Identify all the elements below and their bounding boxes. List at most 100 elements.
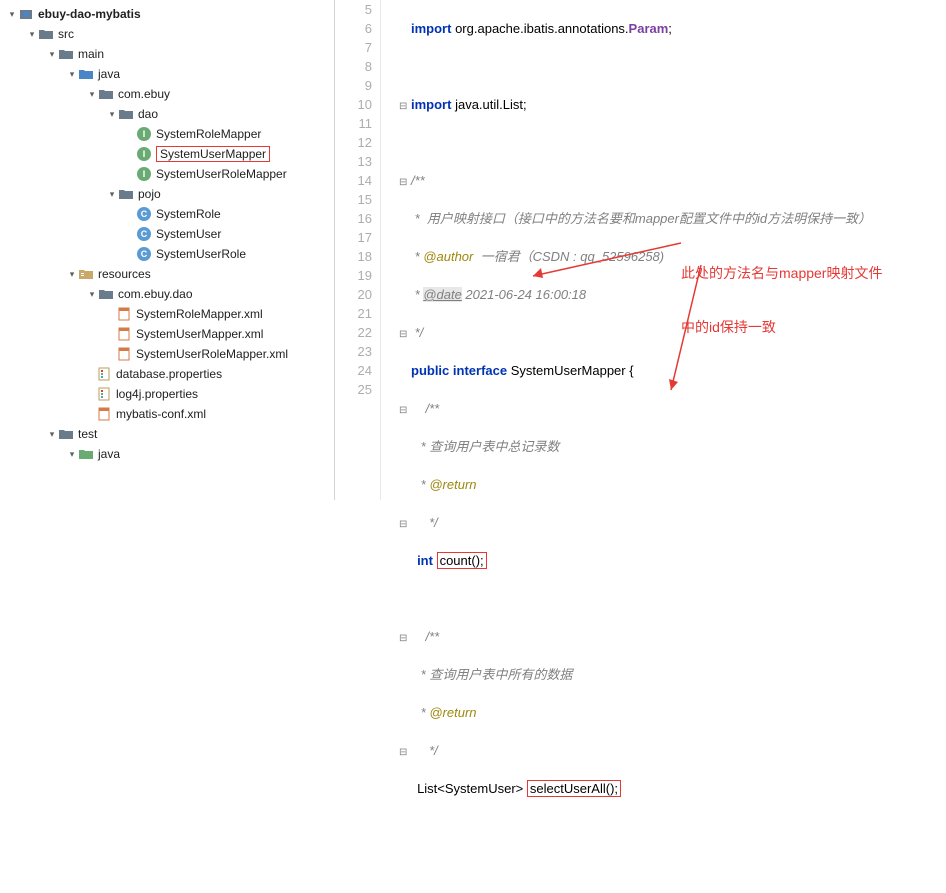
chevron-down-icon: ▾: [66, 269, 78, 280]
properties-icon: [96, 386, 112, 402]
line-number: 6: [335, 19, 372, 38]
interface-icon: I: [136, 126, 152, 142]
tree-label: SystemUserMapper: [156, 146, 270, 162]
tree-label: SystemUserRoleMapper.xml: [136, 347, 288, 361]
javadoc-tag: @return: [429, 477, 476, 492]
keyword: import: [411, 21, 451, 36]
class-decl: SystemUserMapper {: [511, 363, 634, 378]
chevron-down-icon: ▾: [46, 49, 58, 60]
comment: */: [411, 325, 423, 340]
keyword: public: [411, 363, 449, 378]
folder-icon: [58, 46, 74, 62]
keyword: interface: [453, 363, 507, 378]
tree-label: mybatis-conf.xml: [116, 407, 206, 421]
line-number: 17: [335, 228, 372, 247]
fold-icon[interactable]: ⊟: [399, 629, 411, 648]
line-number: 9: [335, 76, 372, 95]
javadoc-tag: @date: [423, 287, 462, 302]
fold-icon[interactable]: ⊟: [399, 515, 411, 534]
tree-file-srm[interactable]: I SystemRoleMapper: [0, 124, 334, 144]
tree-label: ebuy-dao-mybatis: [38, 7, 141, 21]
package-icon: [118, 186, 134, 202]
package-icon: [118, 106, 134, 122]
tree-java[interactable]: ▾ java: [0, 64, 334, 84]
folder-resources-icon: [78, 266, 94, 282]
tree-resources[interactable]: ▾ resources: [0, 264, 334, 284]
code-editor[interactable]: 5 6 7 8 9 10 11 12 13 14 15 16 17 18 19 …: [335, 0, 946, 500]
tree-file-sur[interactable]: C SystemUserRole: [0, 244, 334, 264]
tree-label: main: [78, 47, 104, 61]
tree-root[interactable]: ▾ ebuy-dao-mybatis: [0, 4, 334, 24]
tree-file-surm[interactable]: I SystemUserRoleMapper: [0, 164, 334, 184]
fold-icon[interactable]: ⊟: [399, 325, 411, 344]
tree-label: dao: [138, 107, 158, 121]
tree-db-prop[interactable]: database.properties: [0, 364, 334, 384]
tree-mybatis[interactable]: mybatis-conf.xml: [0, 404, 334, 424]
return-type: List<SystemUser>: [417, 781, 523, 796]
package-icon: [98, 286, 114, 302]
tree-label: test: [78, 427, 97, 441]
line-number: 22: [335, 323, 372, 342]
line-number: 14: [335, 171, 372, 190]
fold-icon[interactable]: ⊟: [399, 401, 411, 420]
tree-test[interactable]: ▾ test: [0, 424, 334, 444]
folder-source-icon: [78, 446, 94, 462]
comment: * 用户映射接口（接口中的方法名要和mapper配置文件中的id方法明保持一致）: [411, 211, 871, 226]
fold-icon[interactable]: ⊟: [399, 97, 411, 116]
class-icon: C: [136, 206, 152, 222]
tree-dao[interactable]: ▾ dao: [0, 104, 334, 124]
tree-label: SystemRoleMapper.xml: [136, 307, 263, 321]
tree-test-java[interactable]: ▾ java: [0, 444, 334, 464]
tree-label: SystemRole: [156, 207, 221, 221]
chevron-down-icon: ▾: [106, 109, 118, 120]
chevron-down-icon: ▾: [46, 429, 58, 440]
tree-main[interactable]: ▾ main: [0, 44, 334, 64]
comment: *: [411, 287, 423, 302]
tree-pojo[interactable]: ▾ pojo: [0, 184, 334, 204]
tree-label: database.properties: [116, 367, 222, 381]
tree-src[interactable]: ▾ src: [0, 24, 334, 44]
code-area[interactable]: import org.apache.ibatis.annotations.Par…: [381, 0, 946, 500]
tree-file-sr[interactable]: C SystemRole: [0, 204, 334, 224]
tree-label: java: [98, 67, 120, 81]
pkg: java.util.List;: [455, 97, 527, 112]
fold-icon[interactable]: ⊟: [399, 743, 411, 762]
line-number: 5: [335, 0, 372, 19]
xml-icon: [116, 346, 132, 362]
class-name: Param: [629, 21, 669, 36]
tree-log4j[interactable]: log4j.properties: [0, 384, 334, 404]
chevron-down-icon: ▾: [86, 289, 98, 300]
tree-res-pkg[interactable]: ▾ com.ebuy.dao: [0, 284, 334, 304]
comment: * 查询用户表中总记录数: [417, 439, 559, 454]
folder-source-icon: [78, 66, 94, 82]
javadoc-tag: @author: [423, 249, 473, 264]
line-number: 19: [335, 266, 372, 285]
project-tree[interactable]: ▾ ebuy-dao-mybatis ▾ src ▾ main ▾ java ▾…: [0, 0, 335, 500]
tree-srm-xml[interactable]: SystemRoleMapper.xml: [0, 304, 334, 324]
chevron-down-icon: ▾: [66, 449, 78, 460]
comment: *: [417, 477, 429, 492]
tree-file-sum[interactable]: I SystemUserMapper: [0, 144, 334, 164]
folder-icon: [38, 26, 54, 42]
comment: 一宿君（CSDN : qq_52596258): [473, 249, 664, 264]
line-number: 8: [335, 57, 372, 76]
line-number: 18: [335, 247, 372, 266]
tree-package[interactable]: ▾ com.ebuy: [0, 84, 334, 104]
annotation-text: 此处的方法名与mapper映射文件 中的id保持一致: [681, 228, 882, 372]
tree-sum-xml[interactable]: SystemUserMapper.xml: [0, 324, 334, 344]
fold-icon[interactable]: ⊟: [399, 173, 411, 192]
annotation-line1: 此处的方法名与mapper映射文件: [681, 264, 882, 282]
tree-label: SystemUserRole: [156, 247, 246, 261]
line-number: 16: [335, 209, 372, 228]
method-count: count();: [437, 552, 487, 569]
javadoc-tag: @return: [429, 705, 476, 720]
tree-surm-xml[interactable]: SystemUserRoleMapper.xml: [0, 344, 334, 364]
interface-icon: I: [136, 146, 152, 162]
chevron-down-icon: ▾: [6, 9, 18, 20]
tree-label: pojo: [138, 187, 161, 201]
line-number: 15: [335, 190, 372, 209]
chevron-down-icon: ▾: [106, 189, 118, 200]
tree-label: SystemUserRoleMapper: [156, 167, 287, 181]
tree-file-su[interactable]: C SystemUser: [0, 224, 334, 244]
line-number: 12: [335, 133, 372, 152]
